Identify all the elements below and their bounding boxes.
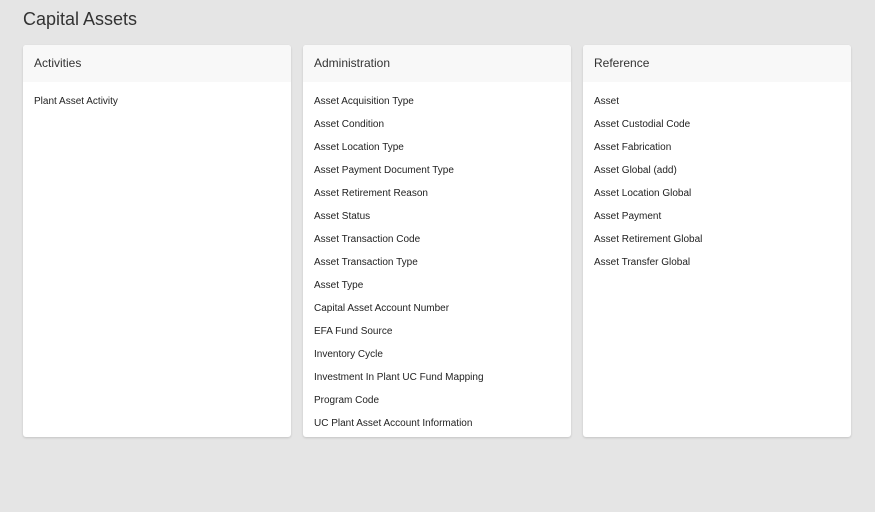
link-item[interactable]: Asset Transfer Global (583, 251, 851, 274)
link-item[interactable]: Asset (583, 90, 851, 113)
panel-reference: Reference Asset Asset Custodial Code Asset … (583, 45, 851, 437)
page-title: Capital Assets (23, 9, 138, 29)
link-item[interactable]: Asset Transaction Code (303, 228, 571, 251)
link-item[interactable]: Investment In Plant UC Fund Mapping (303, 366, 571, 389)
link-item[interactable]: Asset Payment Document Type (303, 159, 571, 182)
link-list: Asset Acquisition Type Asset Condition Ass… (303, 82, 571, 435)
link-item[interactable]: Program Code (303, 389, 571, 412)
link-item[interactable]: Asset Global (add) (583, 159, 851, 182)
link-item[interactable]: Asset Type (303, 274, 571, 297)
link-item[interactable]: Asset Fabrication (583, 136, 851, 159)
link-item[interactable]: Asset Custodial Code (583, 113, 851, 136)
link-item[interactable]: Asset Acquisition Type (303, 90, 571, 113)
link-item[interactable]: Plant Asset Activity (23, 90, 291, 113)
link-item[interactable]: Capital Asset Account Number (303, 297, 571, 320)
link-item[interactable]: Asset Transaction Type (303, 251, 571, 274)
link-item[interactable]: Asset Retirement Reason (303, 182, 571, 205)
link-item[interactable]: Asset Location Global (583, 182, 851, 205)
link-item[interactable]: Asset Payment (583, 205, 851, 228)
panel-activities: Activities Plant Asset Activity (23, 45, 291, 437)
panel-administration: Administration Asset Acquisition Type Asse… (303, 45, 571, 437)
link-item[interactable]: Asset Location Type (303, 136, 571, 159)
link-item[interactable]: Asset Condition (303, 113, 571, 136)
panel-header: Administration (303, 45, 571, 82)
link-item[interactable]: EFA Fund Source (303, 320, 571, 343)
panel-header: Reference (583, 45, 851, 82)
link-item[interactable]: Inventory Cycle (303, 343, 571, 366)
link-item[interactable]: Asset Status (303, 205, 571, 228)
link-list: Plant Asset Activity (23, 82, 291, 113)
link-list: Asset Asset Custodial Code Asset Fabricati… (583, 82, 851, 274)
panel-header: Activities (23, 45, 291, 82)
link-item[interactable]: Asset Retirement Global (583, 228, 851, 251)
link-item[interactable]: UC Plant Asset Account Information (303, 412, 571, 435)
